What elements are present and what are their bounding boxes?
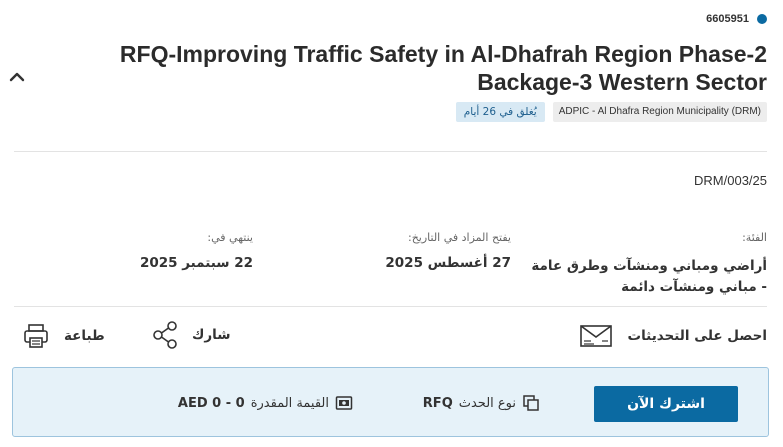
ends-value: 22 سبتمبر 2025 (139, 255, 253, 271)
tender-title: RFQ-Improving Traffic Safety in Al-Dhafr… (119, 41, 767, 95)
category-label: الفئة: (742, 231, 767, 244)
estimated-value-info: القيمة المقدرة AED 0 - 0 (178, 394, 353, 412)
status-dot-icon (757, 14, 767, 24)
tender-reference: DRM/003/25 (694, 173, 767, 188)
envelope-newsletter-icon (579, 325, 612, 347)
tender-id: 6605951 (706, 13, 749, 25)
tender-badges: يُغلق في 26 أيام ADPIC - Al Dhafra Regio… (455, 102, 767, 122)
share-label: شارك (192, 327, 231, 343)
money-icon (335, 396, 353, 410)
event-type-icon (523, 395, 539, 411)
share-button[interactable]: شارك (152, 320, 231, 350)
print-button[interactable]: طباعة (22, 322, 105, 350)
opens-label: يفتح المزاد في التاريخ: (407, 231, 511, 244)
ends-label: ينتهي في: (207, 231, 253, 244)
organization-badge: ADPIC - Al Dhafra Region Municipality (D… (552, 102, 767, 122)
get-updates-label: احصل على التحديثات (627, 328, 767, 344)
tender-id-row: 6605951 (706, 13, 767, 25)
event-type-label: نوع الحدث (458, 395, 516, 411)
event-type-info: نوع الحدث RFQ (423, 394, 540, 412)
opens-value: 27 أغسطس 2025 (385, 255, 511, 271)
divider (14, 306, 767, 307)
get-updates-button[interactable]: احصل على التحديثات (578, 322, 767, 350)
closing-badge: يُغلق في 26 أيام (455, 102, 545, 122)
printer-icon (24, 324, 48, 348)
print-label: طباعة (64, 328, 105, 344)
estimated-value-label: القيمة المقدرة (250, 395, 329, 411)
divider (14, 151, 767, 152)
share-icon (153, 321, 177, 349)
chevron-up-icon[interactable] (8, 68, 26, 86)
subscribe-panel: اشترك الآن نوع الحدث RFQ القيمة المقدرة … (12, 367, 769, 437)
subscribe-now-button[interactable]: اشترك الآن (594, 386, 738, 422)
category-value: أراضي ومباني ومنشآت وطرق عامة - مباني وم… (531, 258, 767, 295)
estimated-value-value: AED 0 - 0 (177, 395, 245, 411)
event-type-value: RFQ (422, 395, 453, 411)
